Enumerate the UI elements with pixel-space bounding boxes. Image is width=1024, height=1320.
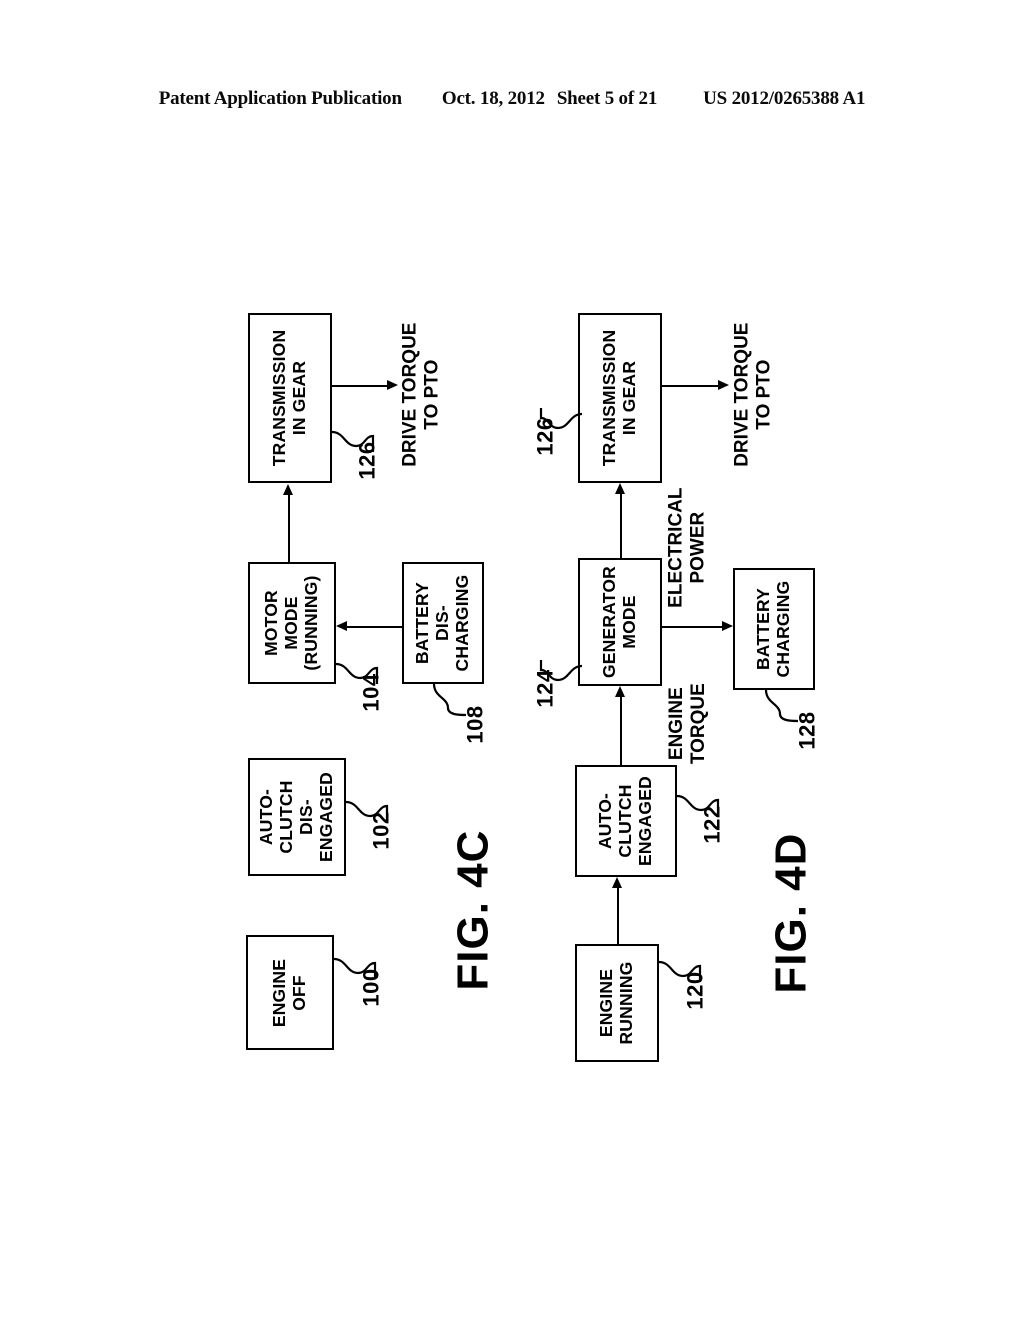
arrowhead-transmission-to-pto-4d <box>718 380 729 390</box>
connector-generator-to-transmission <box>620 494 623 558</box>
node-engine-off: ENGINE OFF <box>246 935 334 1050</box>
node-motor-mode-running-label: MOTOR MODE (RUNNING) <box>261 575 321 671</box>
arrowhead-motor-to-transmission <box>283 484 293 495</box>
node-motor-mode-running: MOTOR MODE (RUNNING) <box>248 562 336 684</box>
connector-engine-to-clutch <box>617 888 620 944</box>
ref-number-108: 108 <box>462 705 488 744</box>
annotation-drive-torque-to-pto-4d: DRIVE TORQUE TO PTO <box>731 322 774 468</box>
node-engine-off-label: ENGINE OFF <box>269 958 309 1027</box>
ref-number-104: 104 <box>358 673 384 712</box>
node-generator-mode: GENERATOR MODE <box>578 558 662 686</box>
annotation-drive-torque-to-pto-4c: DRIVE TORQUE TO PTO <box>399 322 442 468</box>
annotation-electrical-power: ELECTRICAL POWER <box>665 487 709 609</box>
ref-number-120: 120 <box>682 971 708 1010</box>
node-auto-clutch-disengaged: AUTO- CLUTCH DIS- ENGAGED <box>248 758 346 876</box>
connector-battery-to-motor <box>347 626 402 629</box>
ref-number-126-4d: 126 <box>532 417 558 456</box>
figure-label-4c: FIG. 4C <box>448 829 498 991</box>
node-auto-clutch-engaged: AUTO- CLUTCH ENGAGED <box>575 765 677 877</box>
node-transmission-in-gear-4d: TRANSMISSION IN GEAR <box>578 313 662 483</box>
connector-transmission-to-pto <box>332 385 387 388</box>
arrowhead-battery-to-motor <box>336 621 347 631</box>
node-engine-running: ENGINE RUNNING <box>575 944 659 1062</box>
node-auto-clutch-disengaged-label: AUTO- CLUTCH DIS- ENGAGED <box>256 772 336 862</box>
node-transmission-in-gear-4d-label: TRANSMISSION IN GEAR <box>599 329 639 467</box>
arrowhead-engine-to-clutch <box>612 877 622 888</box>
node-battery-discharging-label: BATTERY DIS- CHARGING <box>412 574 472 672</box>
arrowhead-generator-to-battery <box>722 621 733 631</box>
figure-label-4d: FIG. 4D <box>766 832 816 994</box>
ref-number-128: 128 <box>794 711 820 750</box>
connector-clutch-to-generator <box>620 697 623 765</box>
node-auto-clutch-engaged-label: AUTO- CLUTCH ENGAGED <box>595 776 655 866</box>
figure-canvas: ENGINE OFF 100 AUTO- CLUTCH DIS- ENGAGED 102… <box>0 0 1024 1320</box>
ref-number-126-4c: 126 <box>354 441 380 480</box>
ref-number-122: 122 <box>699 805 725 844</box>
node-battery-discharging: BATTERY DIS- CHARGING <box>402 562 484 684</box>
ref-number-102: 102 <box>368 811 394 850</box>
node-battery-charging-label: BATTERY CHARGING <box>753 580 793 678</box>
arrowhead-clutch-to-generator <box>615 686 625 697</box>
ref-number-124: 124 <box>532 669 558 708</box>
connector-transmission-to-pto-4d <box>662 385 718 388</box>
node-battery-charging: BATTERY CHARGING <box>733 568 815 690</box>
annotation-engine-torque: ENGINE TORQUE <box>665 683 708 765</box>
arrowhead-generator-to-transmission <box>615 483 625 494</box>
node-transmission-in-gear-label: TRANSMISSION IN GEAR <box>269 329 309 467</box>
arrowhead-transmission-to-pto <box>387 380 398 390</box>
connector-generator-to-battery <box>662 626 722 629</box>
node-engine-running-label: ENGINE RUNNING <box>596 961 636 1045</box>
node-transmission-in-gear: TRANSMISSION IN GEAR <box>248 313 332 483</box>
ref-number-100: 100 <box>358 968 384 1007</box>
connector-motor-to-transmission <box>288 495 291 562</box>
node-generator-mode-label: GENERATOR MODE <box>599 566 639 678</box>
